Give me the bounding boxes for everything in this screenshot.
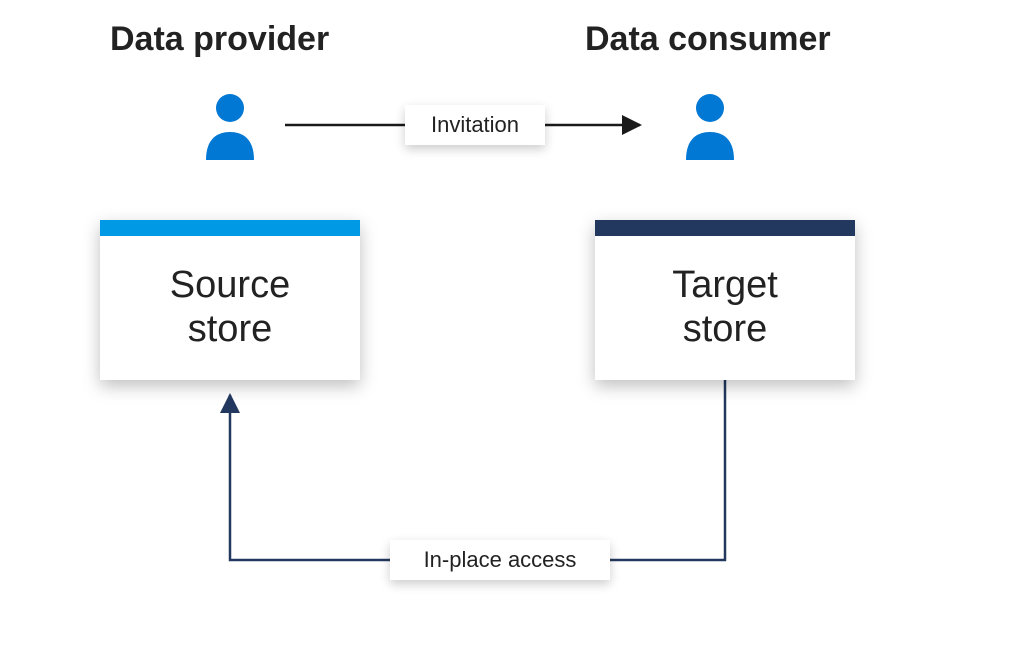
consumer-title: Data consumer [585, 20, 831, 59]
target-store-label-line1: Target [672, 264, 778, 308]
provider-title: Data provider [110, 20, 329, 59]
source-store-box: Source store [100, 220, 360, 380]
target-store-stripe [595, 220, 855, 236]
inplace-access-label: In-place access [424, 547, 577, 573]
inplace-access-label-box: In-place access [390, 540, 610, 580]
source-store-label-line2: store [188, 308, 272, 352]
target-store-label-line2: store [683, 308, 767, 352]
consumer-person-icon [680, 90, 740, 160]
target-store-box: Target store [595, 220, 855, 380]
invitation-label: Invitation [431, 112, 519, 138]
source-store-stripe [100, 220, 360, 236]
invitation-label-box: Invitation [405, 105, 545, 145]
provider-person-icon [200, 90, 260, 160]
source-store-label-line1: Source [170, 264, 290, 308]
